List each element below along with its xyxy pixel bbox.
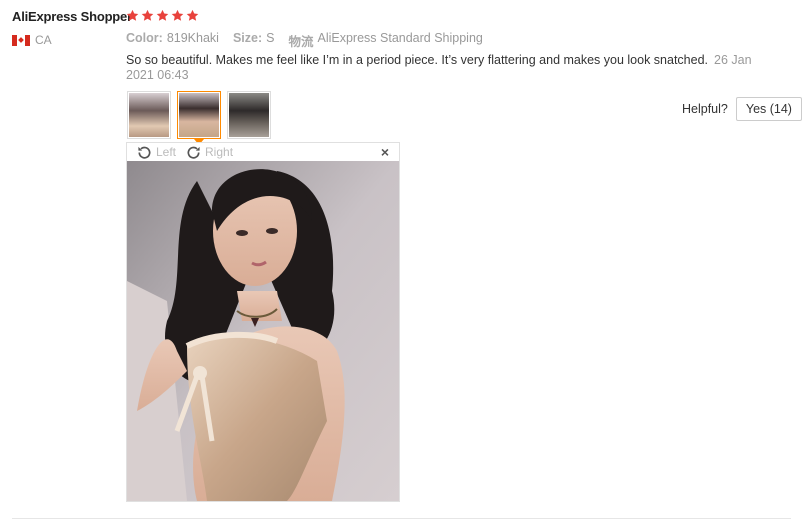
review-thumbnail[interactable] — [227, 91, 271, 139]
reviewer-name: AliExpress Shopper — [12, 9, 132, 24]
star-icon — [126, 9, 139, 21]
flag-ca-icon — [12, 34, 30, 46]
rotate-left-label: Left — [156, 145, 177, 159]
review-thumbnails — [127, 91, 271, 145]
review-thumbnail-active[interactable] — [177, 91, 221, 145]
rotate-right-button[interactable]: Right — [186, 145, 233, 160]
review-body: So so beautiful. Makes me feel like I’m … — [126, 53, 771, 83]
helpful-label: Helpful? — [682, 102, 728, 116]
helpful-section: Helpful? Yes (14) — [682, 97, 802, 121]
size-value: S — [266, 31, 275, 45]
reviewer-country: CA — [12, 33, 52, 47]
review-text: So so beautiful. Makes me feel like I’m … — [126, 53, 709, 67]
rotate-right-icon — [187, 146, 200, 159]
star-icon — [156, 9, 169, 21]
bottom-divider — [12, 518, 791, 519]
viewer-toolbar: Left Right × — [127, 143, 399, 161]
helpful-yes-button[interactable]: Yes (14) — [735, 97, 802, 121]
rotate-left-icon — [138, 146, 151, 159]
close-icon[interactable]: × — [381, 144, 389, 160]
order-info: Color: 819Khaki Size: S 物流 AliExpress St… — [126, 31, 497, 50]
rotate-left-button[interactable]: Left — [137, 145, 176, 160]
thumbnail-image — [229, 93, 269, 137]
color-value: 819Khaki — [166, 31, 219, 45]
review-photo — [127, 161, 399, 501]
shipping-value: AliExpress Standard Shipping — [317, 31, 483, 45]
rotate-right-label: Right — [205, 145, 234, 159]
star-icon — [171, 9, 184, 21]
star-icon — [186, 9, 199, 21]
thumbnail-image — [129, 93, 169, 137]
star-icon — [141, 9, 154, 21]
shipping-label: 物流 — [288, 35, 314, 49]
review-thumbnail[interactable] — [127, 91, 171, 139]
thumbnail-image — [179, 93, 219, 137]
country-code: CA — [35, 33, 52, 47]
star-rating — [126, 9, 199, 22]
color-label: Color: — [126, 31, 163, 45]
size-label: Size: — [232, 31, 263, 45]
image-viewer: Left Right × — [126, 142, 400, 502]
